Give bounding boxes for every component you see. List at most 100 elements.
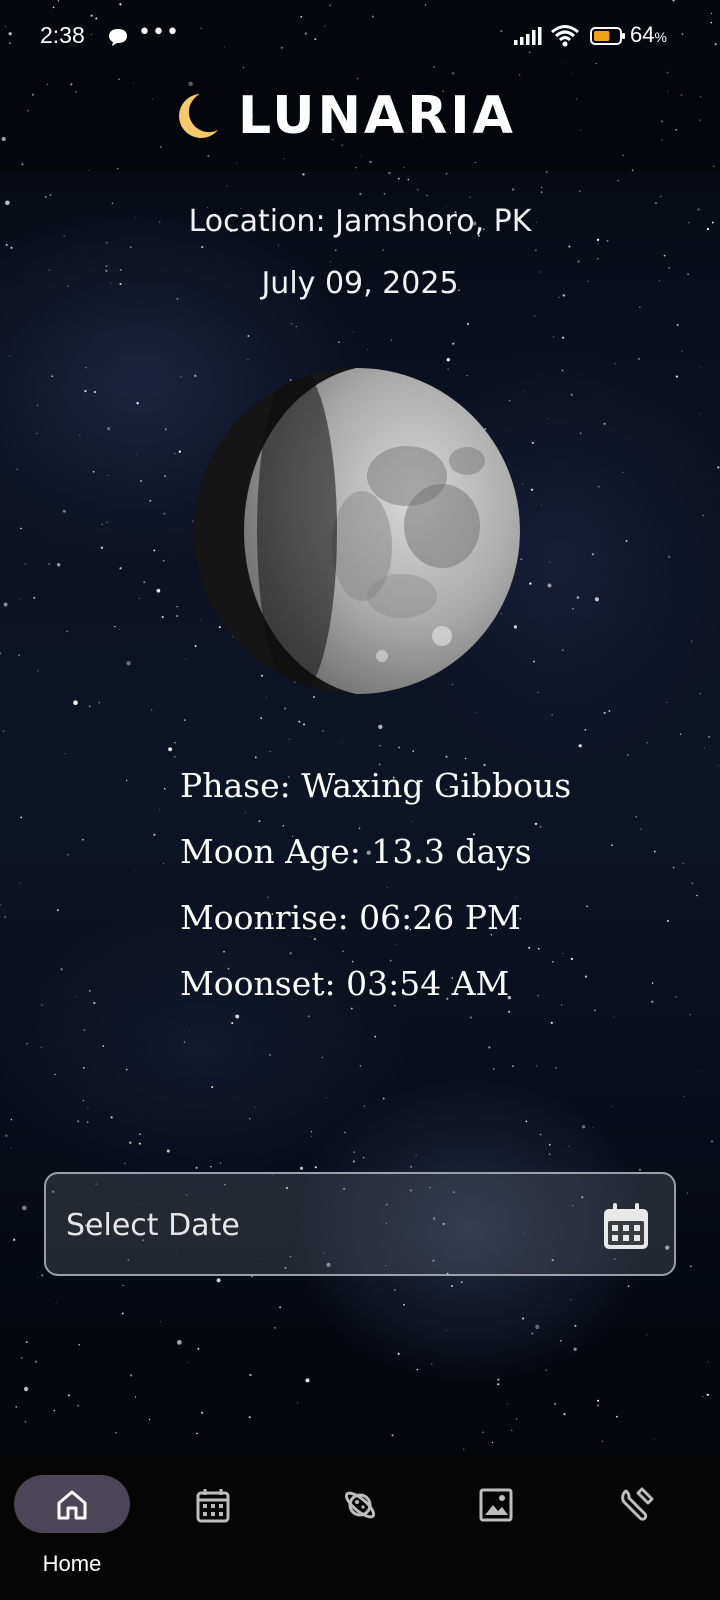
calendar-icon[interactable] (602, 1201, 650, 1251)
star (73, 700, 78, 705)
star (446, 1329, 448, 1331)
star (330, 261, 332, 263)
star (689, 1014, 691, 1016)
star (359, 1064, 362, 1067)
star (136, 454, 138, 456)
star (163, 512, 166, 515)
star (126, 779, 128, 782)
star (702, 514, 704, 516)
star (178, 450, 181, 453)
star (196, 1432, 198, 1435)
star (426, 194, 428, 197)
star (313, 938, 316, 941)
star (552, 961, 554, 963)
star (553, 1402, 557, 1405)
star (164, 428, 167, 431)
star (445, 173, 448, 175)
star (698, 1071, 700, 1073)
chat-icon (109, 29, 127, 46)
star (98, 701, 100, 704)
star (533, 660, 535, 663)
star (707, 1361, 709, 1363)
star (188, 1030, 190, 1032)
star (216, 1278, 221, 1283)
star (10, 1147, 12, 1149)
star (176, 615, 178, 617)
moonrise-time: Moonrise: 06:26 PM (180, 898, 521, 937)
star (93, 390, 96, 394)
star (668, 555, 671, 558)
star (706, 1393, 709, 1396)
star (33, 596, 36, 599)
star (653, 850, 656, 853)
star (403, 1304, 405, 1306)
star (342, 950, 345, 953)
star (586, 905, 588, 908)
nav-item-home[interactable]: Home (0, 1455, 144, 1600)
star (603, 422, 606, 425)
star (174, 453, 176, 455)
star (469, 1016, 472, 1019)
star (525, 1120, 528, 1123)
star (651, 982, 654, 984)
star (211, 1086, 214, 1088)
star (87, 1107, 89, 1109)
star (174, 742, 176, 744)
star (177, 1340, 182, 1345)
star (258, 820, 261, 823)
star (497, 1383, 500, 1386)
nav-item-planet[interactable] (288, 1455, 432, 1600)
image-icon (479, 1488, 513, 1522)
star (611, 844, 613, 847)
star (531, 1332, 534, 1335)
star (691, 640, 693, 642)
star (531, 441, 534, 445)
star (53, 1409, 56, 1412)
star (464, 757, 467, 760)
star (560, 1340, 562, 1342)
star (295, 325, 297, 328)
star (388, 172, 391, 175)
star (86, 1121, 89, 1124)
star (269, 1054, 271, 1056)
star (77, 1120, 80, 1123)
star (305, 1378, 310, 1383)
star (44, 195, 47, 199)
star (534, 249, 537, 252)
star (638, 358, 640, 360)
home-icon (57, 1490, 87, 1520)
star (682, 863, 684, 865)
star (188, 1361, 190, 1363)
star (156, 588, 161, 593)
nav-item-settings[interactable] (576, 1455, 720, 1600)
star (466, 322, 470, 326)
star (122, 1284, 124, 1286)
star (138, 1142, 141, 1145)
star (638, 1168, 642, 1171)
star (534, 822, 538, 826)
star (269, 751, 271, 753)
star (573, 1347, 577, 1351)
star (562, 952, 563, 954)
star (508, 1010, 511, 1013)
star (10, 246, 13, 249)
star (298, 720, 301, 723)
select-date-field[interactable]: Select Date (44, 1172, 676, 1276)
star (79, 434, 81, 436)
star (303, 723, 305, 726)
star (249, 1373, 252, 1377)
star (248, 1416, 251, 1419)
star (24, 563, 26, 565)
star (379, 745, 381, 747)
star (469, 196, 471, 198)
star (570, 1298, 572, 1301)
wrench-icon (621, 1487, 654, 1521)
star (640, 828, 642, 830)
nav-item-gallery[interactable] (432, 1455, 576, 1600)
nav-item-calendar[interactable] (144, 1455, 288, 1600)
star (352, 331, 354, 333)
star (51, 375, 54, 378)
star (121, 1312, 124, 1315)
star (535, 1324, 540, 1329)
moon-phase: Phase: Waxing Gibbous (180, 766, 572, 805)
